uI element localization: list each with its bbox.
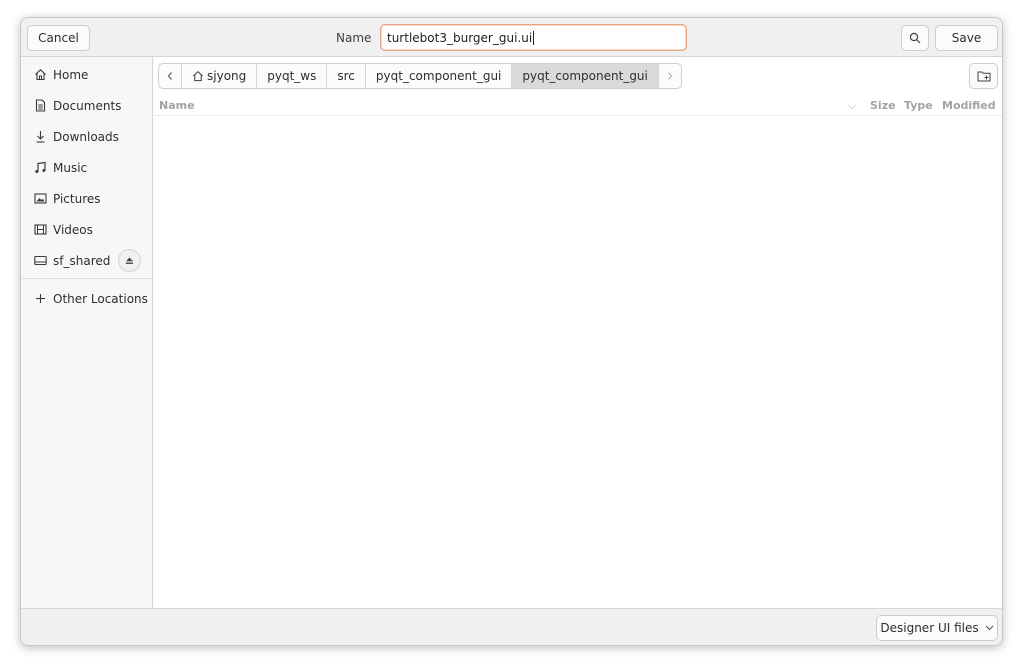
save-file-dialog: Cancel Name turtlebot3_burger_gui.ui Sav… <box>20 17 1003 646</box>
new-folder-icon <box>977 71 990 82</box>
pictures-icon <box>33 192 47 206</box>
path-crumb[interactable]: pyqt_component_gui <box>366 64 513 88</box>
plus-icon <box>33 292 47 306</box>
path-crumb-home[interactable]: sjyong <box>182 64 258 88</box>
download-icon <box>33 130 47 144</box>
path-crumb-label: sjyong <box>207 69 247 83</box>
sort-chevron-down-icon: ⌵ <box>848 99 857 112</box>
sidebar-item-label: Documents <box>53 98 122 113</box>
sidebar-item-label: Videos <box>53 222 93 237</box>
search-button[interactable] <box>901 25 929 51</box>
home-icon <box>193 70 203 82</box>
filename-input[interactable]: turtlebot3_burger_gui.ui <box>380 24 687 51</box>
search-icon <box>909 32 921 44</box>
sidebar-item-pictures[interactable]: Pictures <box>21 183 152 214</box>
sidebar-item-other-locations[interactable]: Other Locations <box>21 283 152 314</box>
footer-bar: Designer UI files <box>21 608 1002 645</box>
sidebar-item-music[interactable]: Music <box>21 152 152 183</box>
file-list-header: Name ⌵ Size Type Modified <box>154 96 1002 116</box>
filename-value: turtlebot3_burger_gui.ui <box>387 30 533 45</box>
sidebar-item-home[interactable]: Home <box>21 59 152 90</box>
sidebar-item-label: sf_shared <box>53 253 111 268</box>
file-list[interactable] <box>154 116 1002 606</box>
column-modified[interactable]: Modified <box>942 99 996 112</box>
eject-button[interactable] <box>118 249 141 272</box>
places-sidebar: Home Documents Downloads Music Pictures <box>21 57 153 608</box>
path-crumb[interactable]: src <box>327 64 366 88</box>
sidebar-item-videos[interactable]: Videos <box>21 214 152 245</box>
column-type[interactable]: Type <box>904 99 933 112</box>
sidebar-item-label: Downloads <box>53 129 119 144</box>
text-caret <box>533 30 535 45</box>
chevron-right-icon <box>667 72 673 80</box>
cancel-button[interactable]: Cancel <box>27 25 90 51</box>
sidebar-item-label: Pictures <box>53 191 101 206</box>
file-filter-label: Designer UI files <box>880 621 979 635</box>
column-name[interactable]: Name <box>159 99 195 112</box>
music-icon <box>33 161 47 175</box>
header-bar: Cancel Name turtlebot3_burger_gui.ui Sav… <box>21 18 1002 57</box>
path-back-button[interactable] <box>159 64 182 88</box>
column-size[interactable]: Size <box>870 99 896 112</box>
new-folder-button[interactable] <box>969 63 998 89</box>
eject-icon <box>126 257 133 264</box>
file-filter-dropdown[interactable]: Designer UI files <box>876 615 998 641</box>
sidebar-item-label: Other Locations <box>53 291 148 306</box>
chevron-down-icon <box>985 625 993 631</box>
chevron-left-icon <box>167 72 172 80</box>
path-crumb-current[interactable]: pyqt_component_gui <box>512 64 659 88</box>
sidebar-item-sf-shared[interactable]: sf_shared <box>21 245 152 276</box>
videos-icon <box>33 223 47 237</box>
path-bar: sjyong pyqt_ws src pyqt_component_gui py… <box>158 63 682 89</box>
sidebar-item-label: Home <box>53 67 89 82</box>
drive-icon <box>33 254 47 268</box>
home-icon <box>33 68 47 82</box>
sidebar-separator <box>21 278 152 279</box>
path-crumb[interactable]: pyqt_ws <box>257 64 328 88</box>
sidebar-item-downloads[interactable]: Downloads <box>21 121 152 152</box>
sidebar-item-documents[interactable]: Documents <box>21 90 152 121</box>
save-button[interactable]: Save <box>935 25 998 51</box>
sidebar-item-label: Music <box>53 160 88 175</box>
path-forward-button[interactable] <box>659 64 681 88</box>
document-icon <box>33 99 47 113</box>
name-label: Name <box>336 31 372 45</box>
